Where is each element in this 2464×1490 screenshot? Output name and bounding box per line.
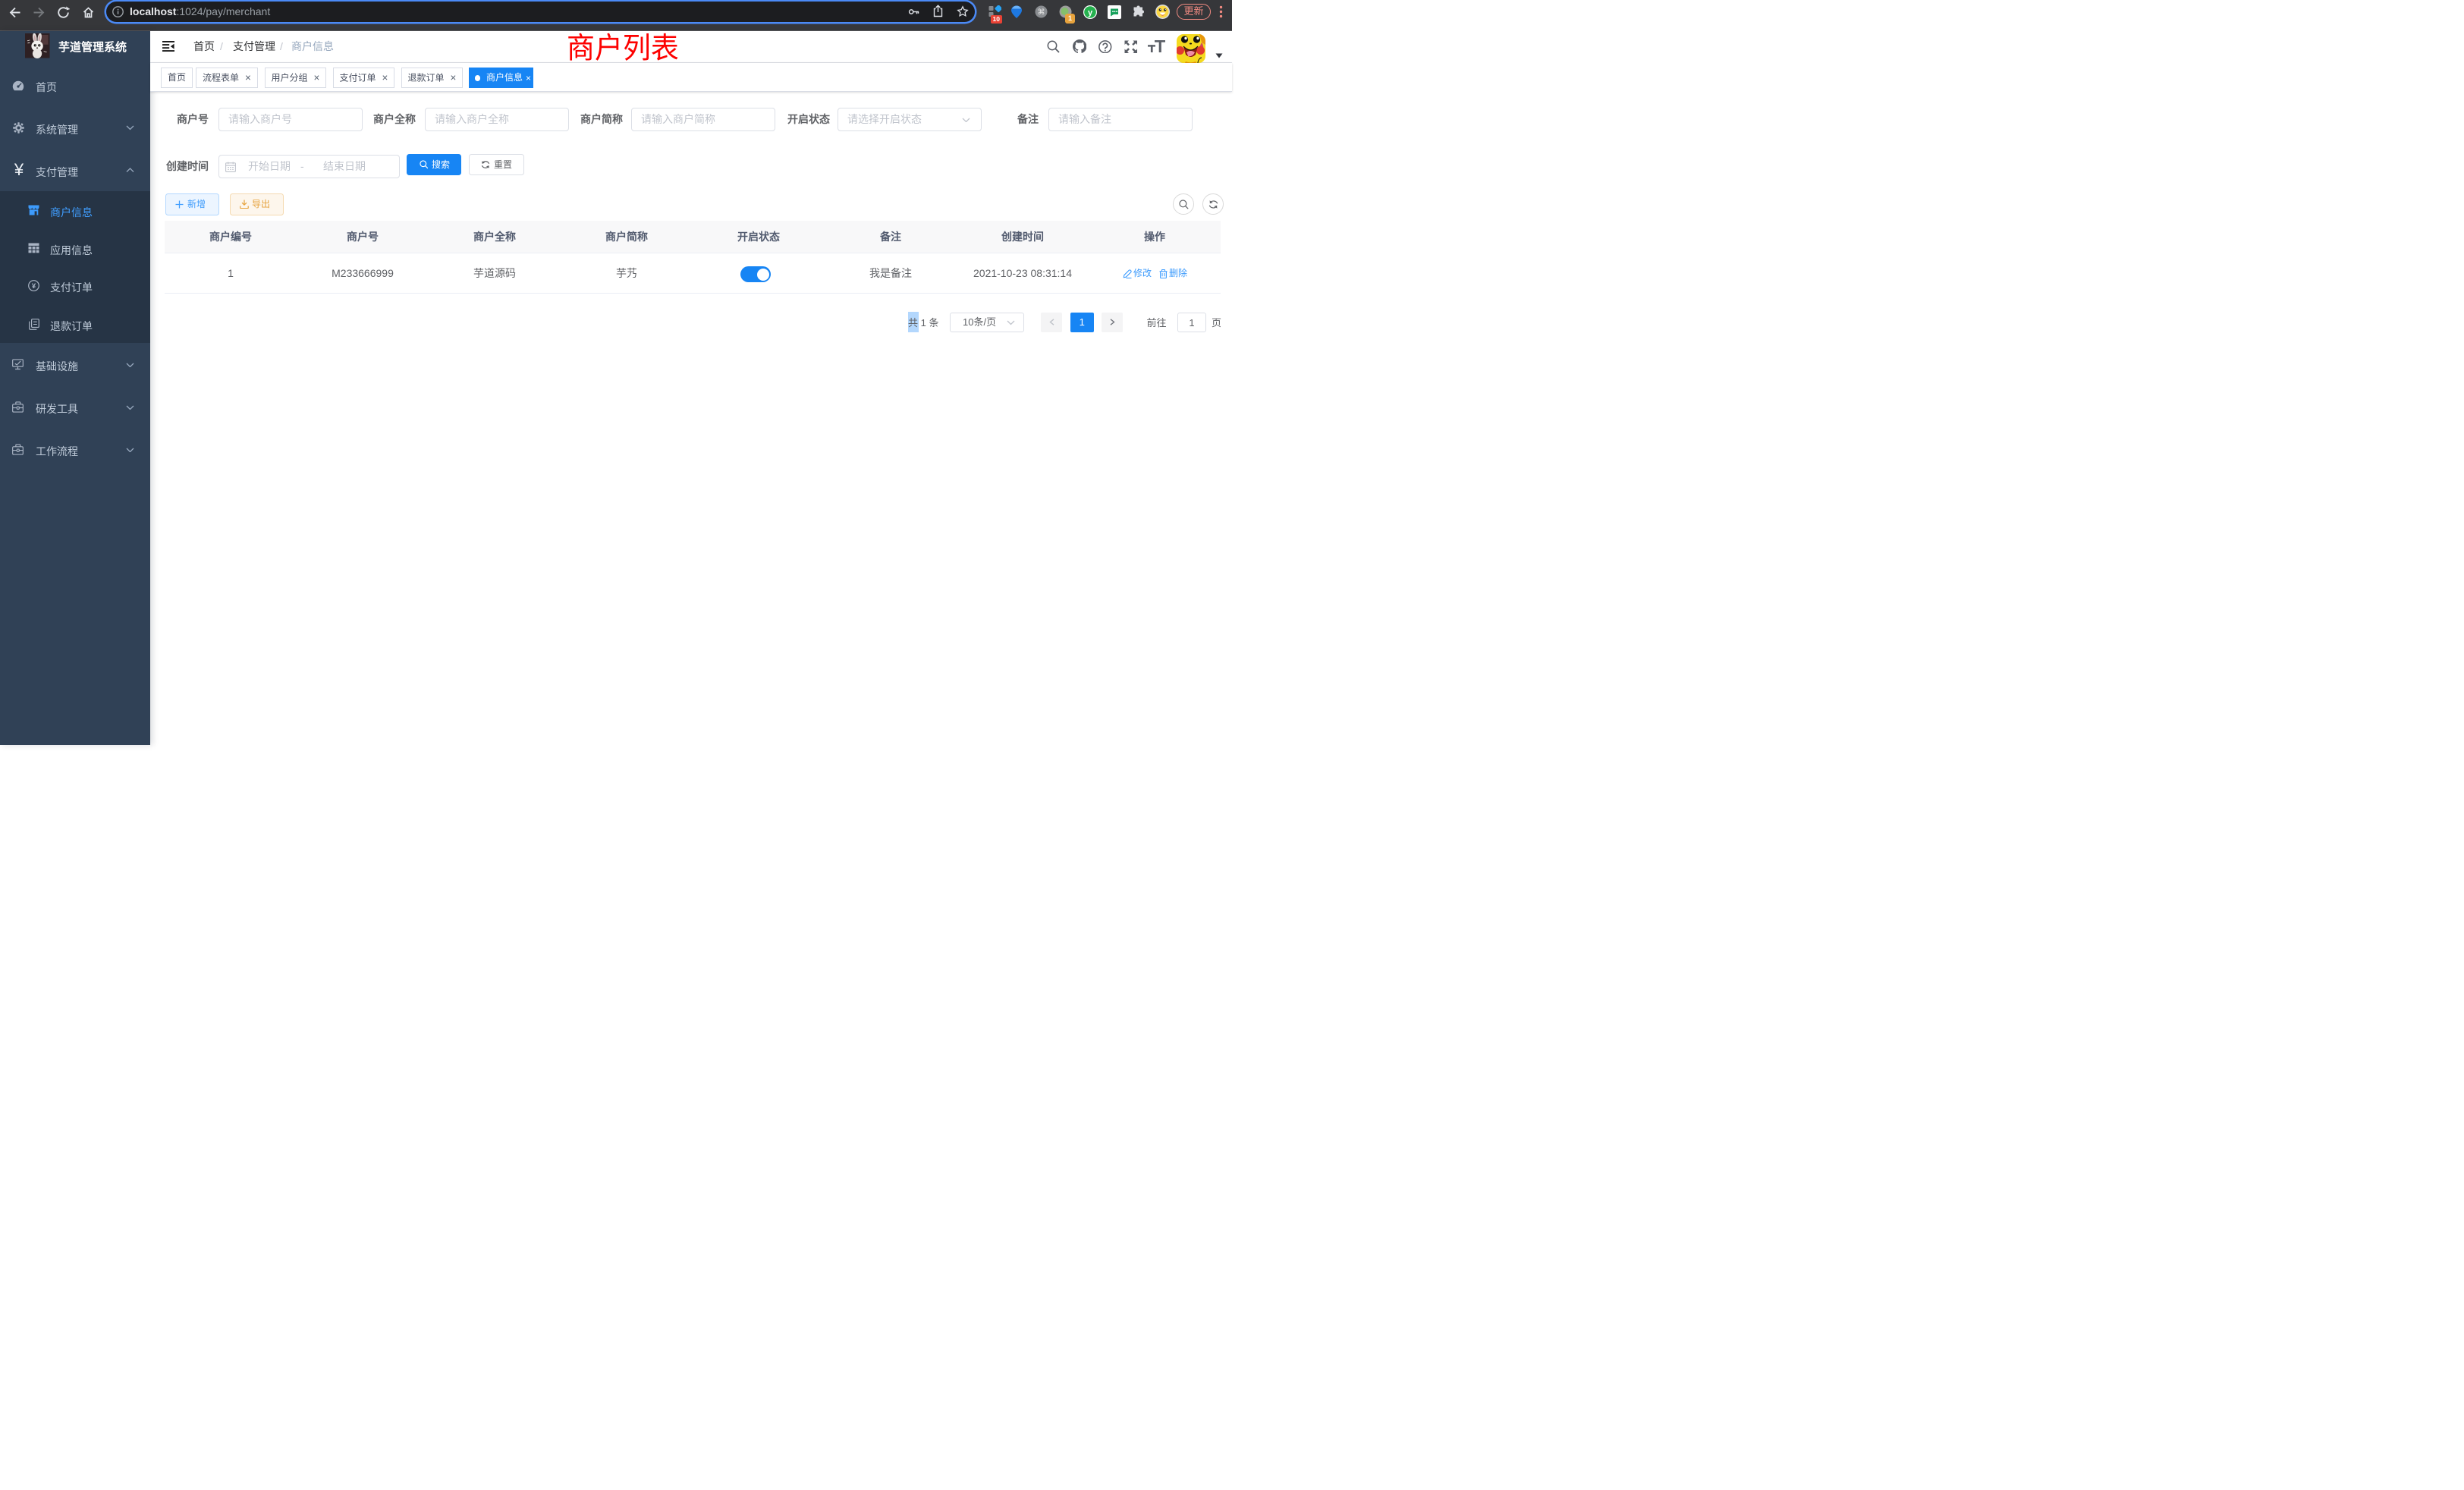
svg-text:¥: ¥ [32,282,36,291]
svg-text:y: y [1087,8,1092,17]
svg-text:⌘: ⌘ [1037,8,1045,17]
